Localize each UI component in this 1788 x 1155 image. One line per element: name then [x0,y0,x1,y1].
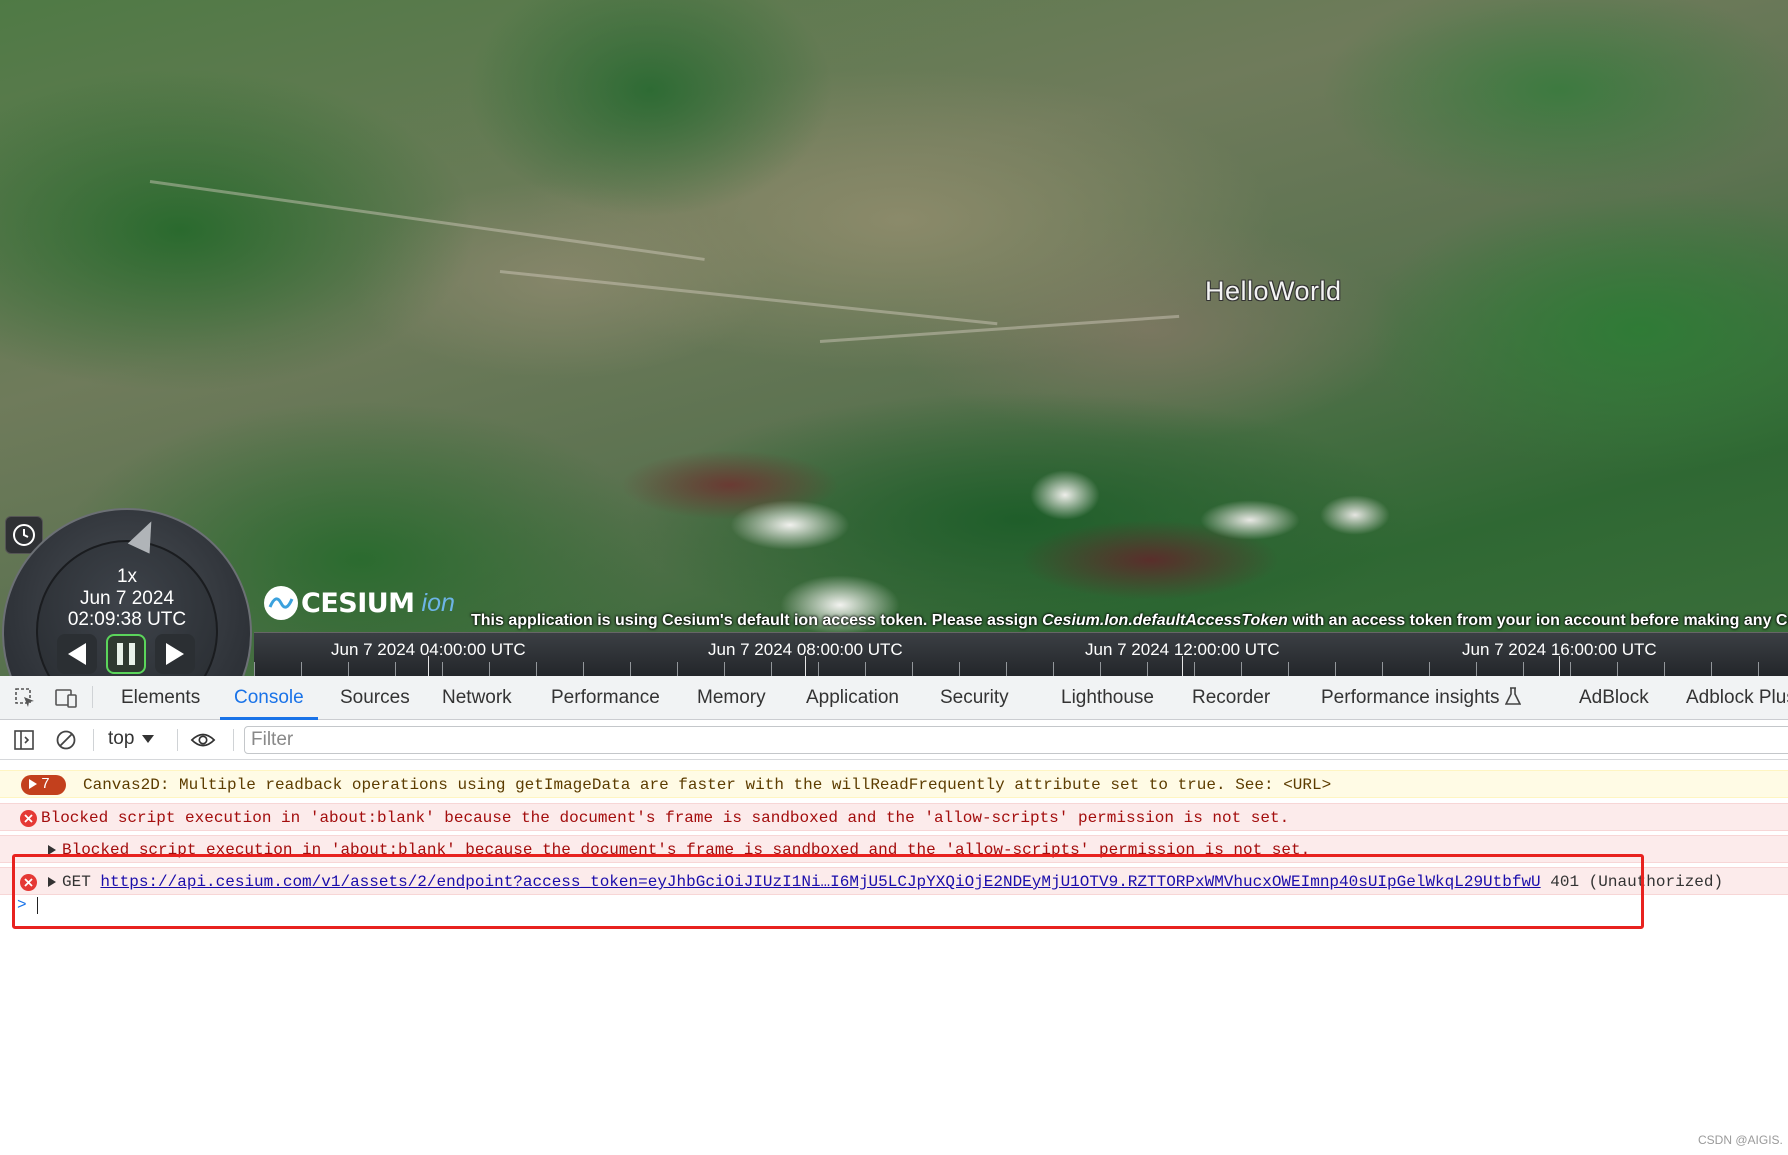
animation-widget[interactable]: 1x Jun 7 2024 02:09:38 UTC [0,508,254,676]
cloud-patch [1320,495,1390,535]
cloud-patch [1200,500,1300,540]
device-toolbar-icon[interactable] [53,686,79,710]
console-message-text: Canvas2D: Multiple readback operations u… [83,776,1332,794]
cesium-logo-ion: ion [421,588,455,617]
credit-prefix: This application is using Cesium's defau… [471,612,1043,629]
tab-recorder[interactable]: Recorder [1192,676,1270,720]
live-expression-eye-icon[interactable] [190,728,216,752]
play-forward-icon [166,643,184,665]
cesium-logo-icon [264,586,298,620]
default-token-warning: This application is using Cesium's defau… [471,612,1788,630]
console-warning-row[interactable]: 7 Canvas2D: Multiple readback operations… [0,770,1788,798]
cloud-patch [1030,470,1100,520]
tab-adblock[interactable]: AdBlock [1579,676,1649,720]
clear-console-icon[interactable] [53,728,79,752]
context-selector-value: top [108,728,135,749]
tab-sources[interactable]: Sources [340,676,410,720]
road [149,180,705,261]
credit-suffix: with an access token from your ion accou… [1292,612,1788,629]
error-icon [20,810,37,827]
tab-security[interactable]: Security [940,676,1009,720]
devtools-tabbar: Elements Console Sources Network Perform… [0,676,1788,720]
tab-network[interactable]: Network [442,676,512,720]
tab-application[interactable]: Application [806,676,899,720]
play-reverse-icon [68,643,86,665]
toolbar-divider [233,729,234,751]
flask-icon [1504,687,1522,705]
cesium-viewer[interactable]: HelloWorld 1x Jun 7 2024 02:09:38 UTC CE… [0,0,1788,676]
console-message-text: Blocked script execution in 'about:blank… [41,809,1290,827]
message-count-badge[interactable]: 7 [21,775,66,795]
toolbar-divider [92,686,93,708]
road [499,270,998,326]
tab-performance-insights-label: Performance insights [1321,687,1500,708]
timeline-ticks [254,662,1788,676]
toolbar-divider [93,729,94,751]
animation-speed: 1x [116,566,138,587]
tab-performance-insights[interactable]: Performance insights [1321,676,1522,720]
play-reverse-button[interactable] [57,634,97,674]
tab-adblock-plus[interactable]: Adblock Plus [1686,676,1788,720]
cesium-logo-text: CESIUM [301,587,415,619]
play-forward-button[interactable] [155,634,195,674]
sidebar-toggle-icon[interactable] [11,728,37,752]
watermark: CSDN @AIGIS. [1698,1133,1783,1147]
timeline-label: Jun 7 2024 12:00:00 UTC [1085,640,1280,659]
tab-lighthouse[interactable]: Lighthouse [1061,676,1154,720]
cesium-ion-logo[interactable]: CESIUM ion [264,586,455,620]
context-selector[interactable]: top [108,728,155,750]
console-error-row[interactable]: Blocked script execution in 'about:blank… [0,803,1788,831]
animation-time: 02:09:38 UTC [67,609,187,630]
message-count: 7 [41,776,51,793]
inspect-element-icon[interactable] [12,686,38,710]
chevron-down-icon [142,735,155,743]
cloud-patch [730,500,850,550]
tab-performance[interactable]: Performance [551,676,660,720]
timeline-label: Jun 7 2024 16:00:00 UTC [1462,640,1657,659]
tab-memory[interactable]: Memory [697,676,766,720]
timeline-label: Jun 7 2024 08:00:00 UTC [708,640,903,659]
console-toolbar: top Filter [0,720,1788,760]
toolbar-divider [177,729,178,751]
expand-caret-icon [29,779,37,790]
pause-button[interactable] [106,634,146,674]
filter-input[interactable]: Filter [244,726,1788,754]
pause-icon [117,643,135,665]
road [819,314,1180,343]
red-highlight-box [12,854,1644,929]
timeline-label: Jun 7 2024 04:00:00 UTC [331,640,526,659]
timeline[interactable]: Jun 7 2024 04:00:00 UTC Jun 7 2024 08:00… [254,632,1788,676]
animation-date: Jun 7 2024 [79,588,175,609]
credit-code: Cesium.Ion.defaultAccessToken [1042,612,1288,629]
tab-console[interactable]: Console [220,676,318,720]
map-label-helloworld: HelloWorld [1205,276,1342,306]
tab-elements[interactable]: Elements [121,676,200,720]
